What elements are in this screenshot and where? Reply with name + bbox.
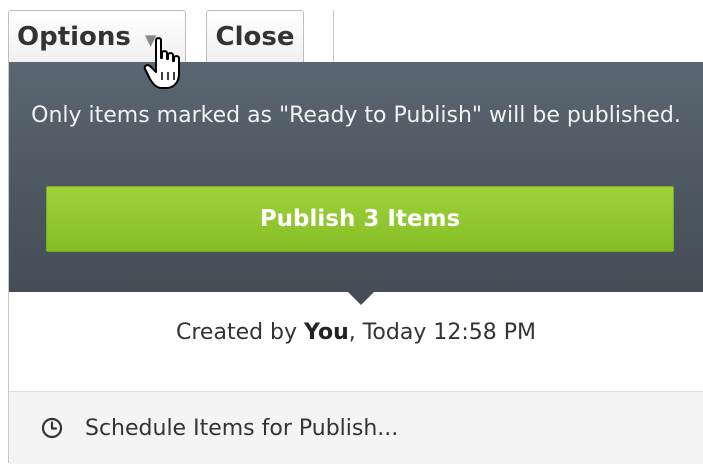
- close-label: Close: [215, 21, 295, 52]
- toolbar: Options ▼ Close: [0, 0, 703, 62]
- chevron-down-icon: ▼: [144, 30, 157, 49]
- publish-items-button[interactable]: Publish 3 Items: [46, 186, 674, 252]
- close-button[interactable]: Close: [206, 10, 304, 62]
- created-timestamp: , Today 12:58 PM: [348, 320, 536, 345]
- options-button[interactable]: Options ▼: [8, 10, 186, 62]
- publish-header: Only items marked as "Ready to Publish" …: [9, 62, 703, 292]
- header-pointer: [347, 291, 375, 305]
- publish-panel: Only items marked as "Ready to Publish" …: [8, 62, 703, 464]
- clock-icon: [41, 417, 63, 439]
- publish-items-label: Publish 3 Items: [259, 206, 461, 232]
- publish-notice: Only items marked as "Ready to Publish" …: [31, 103, 681, 128]
- toolbar-divider: [333, 10, 334, 62]
- created-info: Created by You, Today 12:58 PM: [9, 320, 703, 345]
- schedule-label: Schedule Items for Publish...: [85, 415, 399, 441]
- created-prefix: Created by: [176, 320, 305, 345]
- schedule-publish-link[interactable]: Schedule Items for Publish...: [9, 391, 703, 464]
- options-label: Options: [17, 21, 131, 52]
- created-by-user: You: [304, 320, 349, 345]
